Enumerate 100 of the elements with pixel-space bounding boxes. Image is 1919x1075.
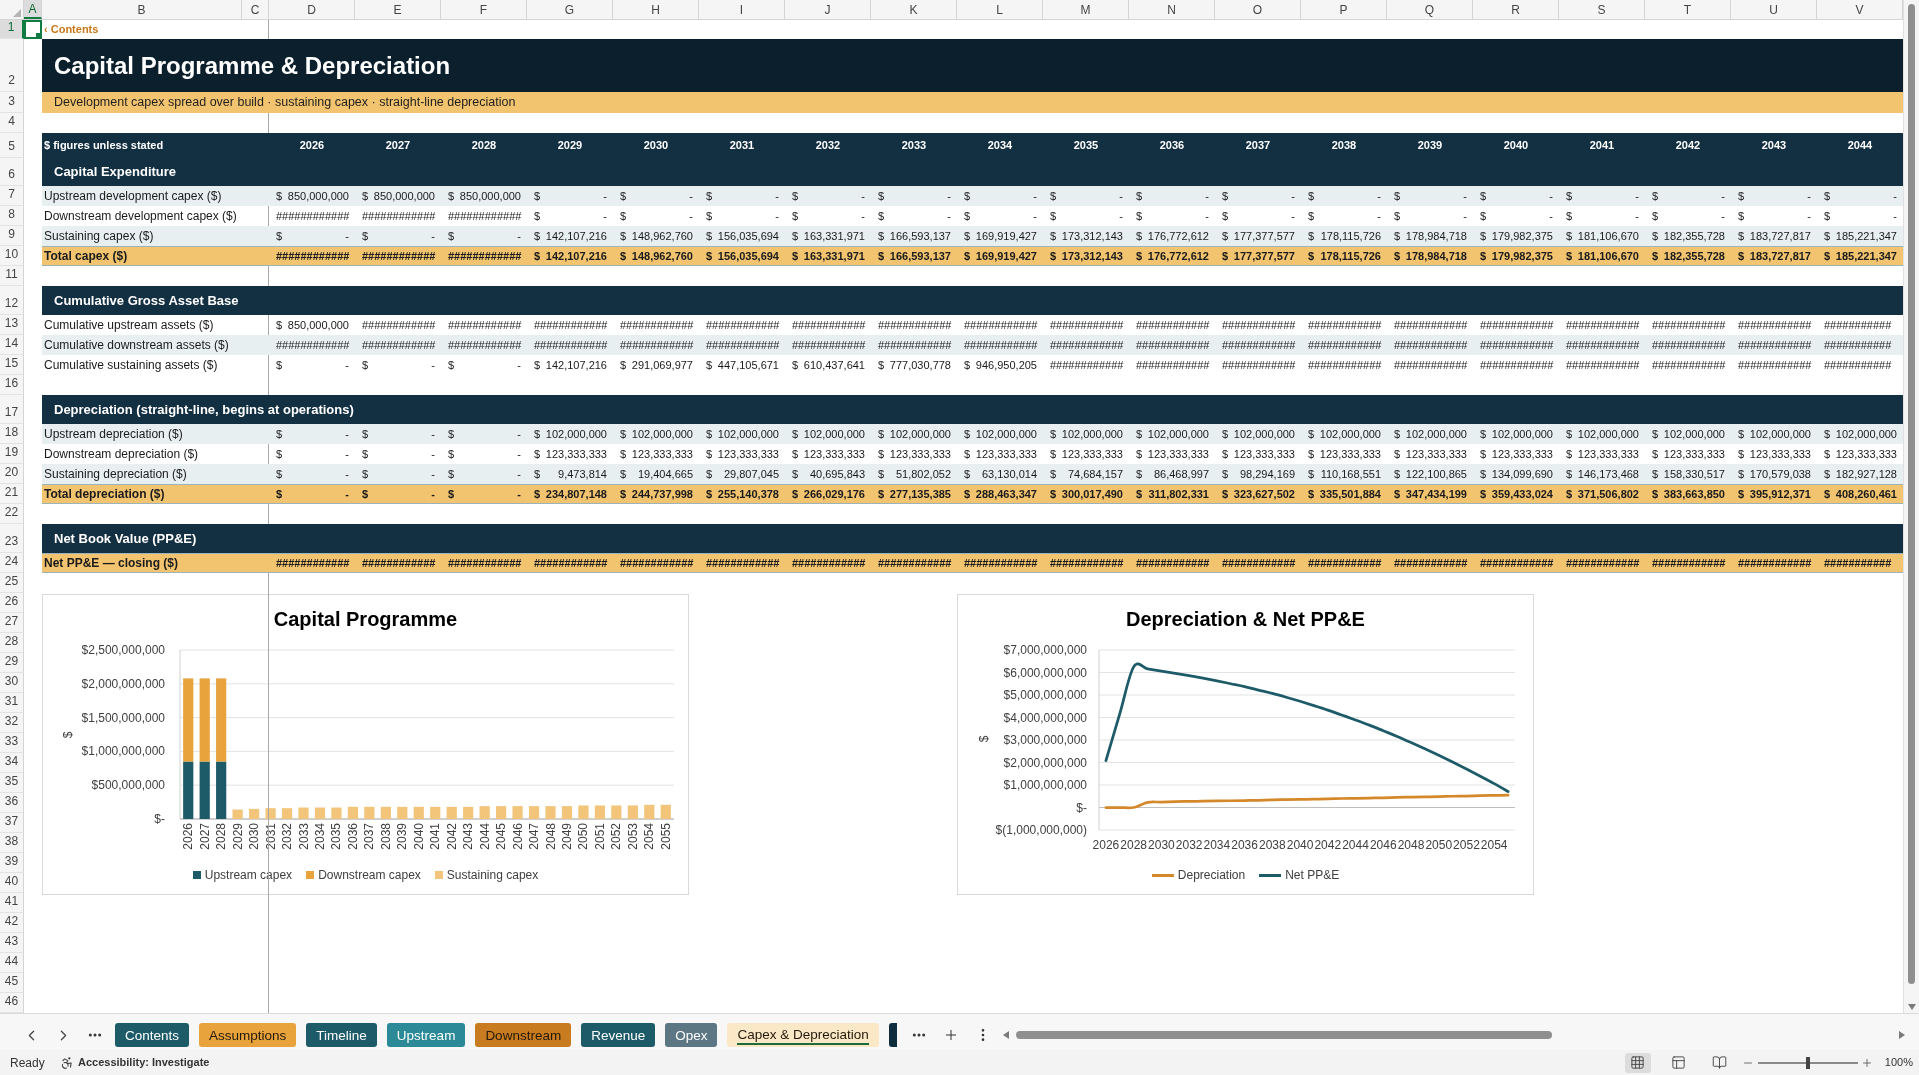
column-header[interactable]: G xyxy=(527,0,613,19)
row-header[interactable]: 29 xyxy=(0,653,24,673)
table-cell-text: ############ xyxy=(1479,318,1555,332)
row-header[interactable]: 28 xyxy=(0,633,24,653)
row-header[interactable]: 14 xyxy=(0,335,24,355)
axis-tick-label: 2032 xyxy=(280,823,295,850)
column-header[interactable]: T xyxy=(1645,0,1731,19)
table-cell-text: $ 176,772,612 xyxy=(1135,249,1210,263)
row-header[interactable]: 17 xyxy=(0,395,24,424)
row-header[interactable]: 33 xyxy=(0,733,24,753)
row-header[interactable]: 2 xyxy=(0,39,24,92)
column-header[interactable]: Q xyxy=(1387,0,1473,19)
row-header[interactable]: 32 xyxy=(0,713,24,733)
row-header[interactable]: 12 xyxy=(0,286,24,315)
table-cell-text: ############ xyxy=(877,318,953,332)
column-header[interactable]: J xyxy=(785,0,871,19)
table-cell-text: $ 170,579,038 xyxy=(1737,467,1812,481)
column-header[interactable]: F xyxy=(441,0,527,19)
row-header[interactable]: 43 xyxy=(0,933,24,953)
row-header[interactable]: 27 xyxy=(0,613,24,633)
scrollbar-thumb[interactable] xyxy=(1015,1031,1552,1039)
year-header: 2038 xyxy=(1330,138,1358,154)
row-header[interactable]: 30 xyxy=(0,673,24,693)
row-header[interactable]: 19 xyxy=(0,444,24,464)
row-header[interactable]: 7 xyxy=(0,186,24,206)
row-header[interactable]: 24 xyxy=(0,553,24,573)
caret-down-icon[interactable] xyxy=(1907,1004,1916,1010)
slider-thumb[interactable] xyxy=(1805,1056,1810,1069)
row-header[interactable]: 16 xyxy=(0,375,24,395)
caret-left-icon[interactable] xyxy=(1002,1031,1009,1039)
column-header[interactable]: D xyxy=(269,0,355,19)
column-header[interactable]: U xyxy=(1731,0,1817,19)
row-header[interactable]: 3 xyxy=(0,92,24,113)
sheet-tab[interactable]: Contents xyxy=(115,1023,190,1047)
column-header[interactable]: C xyxy=(242,0,269,19)
axis-tick-label: 2051 xyxy=(592,823,607,850)
row-header[interactable]: 39 xyxy=(0,853,24,873)
sheet-tab[interactable] xyxy=(888,1023,897,1047)
chart-bar xyxy=(627,805,638,819)
sheet-tab[interactable]: Opex xyxy=(665,1023,718,1047)
column-header[interactable]: H xyxy=(613,0,699,19)
zoom-in-icon[interactable] xyxy=(1860,1056,1873,1069)
sheet-tab[interactable]: Capex & Depreciation xyxy=(727,1023,879,1047)
row-header[interactable]: 13 xyxy=(0,315,24,335)
accessibility-status[interactable]: Accessibility: Investigate xyxy=(78,1054,210,1071)
column-header[interactable]: N xyxy=(1129,0,1215,19)
row-header[interactable]: 11 xyxy=(0,266,24,286)
row-header[interactable]: 18 xyxy=(0,424,24,444)
axis-tick-label: 2036 xyxy=(345,823,360,850)
column-header[interactable]: I xyxy=(699,0,785,19)
row-header[interactable]: 38 xyxy=(0,833,24,853)
column-header[interactable]: B xyxy=(42,0,242,19)
row-header[interactable]: 35 xyxy=(0,773,24,793)
contents-link[interactable]: ‹ Contents xyxy=(44,21,99,38)
column-header[interactable]: O xyxy=(1215,0,1301,19)
sheet-tab[interactable]: Revenue xyxy=(581,1023,656,1047)
wheelchair-icon[interactable] xyxy=(60,1055,74,1070)
row-header[interactable]: 40 xyxy=(0,873,24,893)
view-button[interactable] xyxy=(1624,1052,1651,1073)
row-header[interactable]: 31 xyxy=(0,693,24,713)
row-header[interactable]: 34 xyxy=(0,753,24,773)
caret-right-icon[interactable] xyxy=(1899,1031,1905,1039)
sheet-tab[interactable]: Downstream xyxy=(475,1023,572,1047)
sheet-tab[interactable]: Assumptions xyxy=(199,1023,297,1047)
row-header[interactable]: 23 xyxy=(0,524,24,553)
column-header[interactable]: P xyxy=(1301,0,1387,19)
row-header[interactable]: 37 xyxy=(0,813,24,833)
row-header[interactable]: 45 xyxy=(0,973,24,993)
row-header[interactable]: 5 xyxy=(0,133,24,158)
row-header[interactable]: 26 xyxy=(0,593,24,613)
row-header[interactable]: 21 xyxy=(0,484,24,504)
row-header[interactable]: 4 xyxy=(0,113,24,133)
row-header[interactable]: 22 xyxy=(0,504,24,524)
row-header[interactable]: 15 xyxy=(0,355,24,375)
row-header[interactable]: 8 xyxy=(0,206,24,226)
table-cell-text: $ - xyxy=(361,487,436,501)
row-header[interactable]: 1 xyxy=(0,20,24,39)
row-header[interactable]: 44 xyxy=(0,953,24,973)
sheet-tab[interactable]: Upstream xyxy=(386,1023,466,1047)
column-header[interactable]: E xyxy=(355,0,441,19)
table-cell-text: $ 288,463,347 xyxy=(963,487,1038,501)
zoom-percentage[interactable]: 100% xyxy=(1884,1054,1913,1071)
row-header[interactable]: 10 xyxy=(0,246,24,266)
column-header[interactable]: L xyxy=(957,0,1043,19)
row-header[interactable]: 6 xyxy=(0,158,24,186)
column-header[interactable]: S xyxy=(1559,0,1645,19)
scrollbar-thumb[interactable] xyxy=(1908,4,1915,984)
row-header[interactable]: 46 xyxy=(0,993,24,1013)
column-header[interactable]: K xyxy=(871,0,957,19)
row-header[interactable]: 9 xyxy=(0,226,24,246)
row-header[interactable]: 42 xyxy=(0,913,24,933)
column-header[interactable]: R xyxy=(1473,0,1559,19)
sheet-tab[interactable]: Timeline xyxy=(306,1023,377,1047)
active-cell[interactable] xyxy=(24,20,42,39)
row-header[interactable]: 36 xyxy=(0,793,24,813)
row-header[interactable]: 25 xyxy=(0,573,24,593)
column-header[interactable]: M xyxy=(1043,0,1129,19)
column-header[interactable]: A xyxy=(24,0,42,19)
row-header[interactable]: 20 xyxy=(0,464,24,484)
row-header[interactable]: 41 xyxy=(0,893,24,913)
